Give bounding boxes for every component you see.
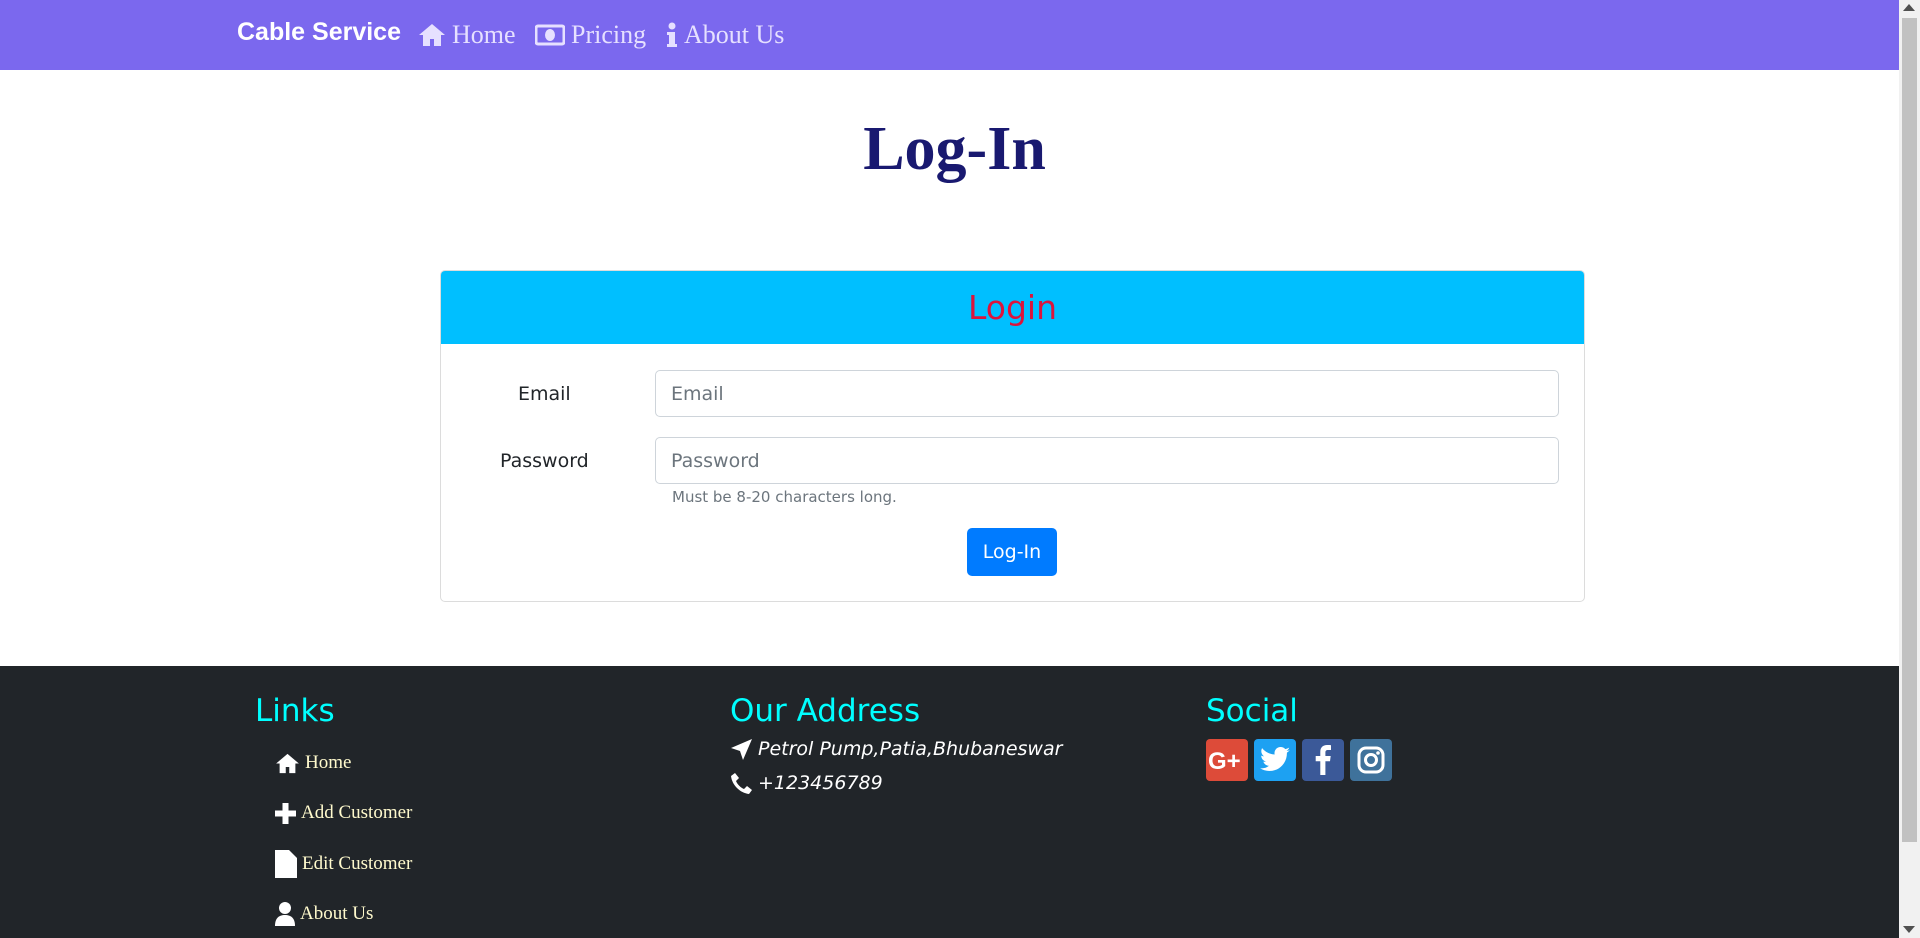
footer-link-about-us-label: About Us (300, 903, 374, 924)
footer: Links Home Add Customer Edit Customer Ab… (0, 666, 1899, 938)
user-icon (275, 902, 295, 926)
footer-phone: +123456789 (731, 772, 883, 794)
footer-phone-text: +123456789 (758, 772, 883, 794)
footer-link-home-label: Home (305, 752, 352, 773)
login-submit-button[interactable]: Log-In (967, 528, 1057, 576)
google-plus-icon: G+ (1208, 748, 1241, 772)
password-help-text: Must be 8-20 characters long. (672, 488, 897, 506)
twitter-button[interactable] (1254, 739, 1296, 781)
login-card: Login Email Password Must be 8-20 charac… (440, 270, 1585, 602)
info-icon (667, 22, 677, 47)
home-icon (419, 24, 445, 46)
page-viewport: Cable Service Home Pricing About Us Log-… (0, 0, 1899, 938)
home-icon (276, 753, 299, 773)
footer-link-add-customer-label: Add Customer (301, 802, 413, 823)
footer-link-add-customer[interactable]: Add Customer (275, 802, 412, 824)
top-navbar: Cable Service Home Pricing About Us (0, 0, 1899, 70)
login-card-title: Login (967, 288, 1058, 327)
instagram-button[interactable] (1350, 739, 1392, 781)
scrollbar-thumb[interactable] (1902, 18, 1917, 842)
brand-name[interactable]: Cable Service (237, 18, 401, 47)
nav-pricing-label: Pricing (571, 20, 647, 49)
facebook-button[interactable] (1302, 739, 1344, 781)
footer-social-heading: Social (1206, 693, 1298, 729)
phone-icon (731, 772, 752, 794)
instagram-icon (1357, 746, 1385, 774)
email-input[interactable] (655, 370, 1559, 417)
footer-link-edit-customer[interactable]: Edit Customer (275, 850, 412, 878)
nav-pricing-link[interactable]: Pricing (535, 20, 646, 50)
password-label: Password (500, 450, 589, 472)
login-card-header: Login (441, 271, 1584, 344)
footer-links-heading: Links (255, 693, 335, 729)
location-arrow-icon (731, 738, 752, 760)
page-title: Log-In (863, 115, 1046, 183)
scroll-up-arrow-icon[interactable] (1903, 4, 1915, 11)
footer-link-about-us[interactable]: About Us (275, 902, 373, 926)
nav-home-label: Home (452, 20, 516, 49)
nav-about-label: About Us (684, 20, 785, 49)
twitter-icon (1260, 747, 1290, 771)
footer-link-edit-customer-label: Edit Customer (302, 853, 413, 874)
svg-text:G+: G+ (1208, 748, 1241, 772)
password-input[interactable] (655, 437, 1559, 484)
google-plus-button[interactable]: G+ (1206, 739, 1248, 781)
footer-link-home[interactable]: Home (275, 752, 351, 774)
footer-address-text: Petrol Pump,Patia,Bhubaneswar (758, 738, 1063, 760)
file-icon (275, 850, 297, 878)
scroll-down-arrow-icon[interactable] (1903, 926, 1915, 933)
email-label: Email (518, 383, 571, 405)
plus-icon (275, 802, 296, 824)
vertical-scrollbar[interactable] (1899, 0, 1920, 938)
nav-about-link[interactable]: About Us (666, 20, 784, 50)
money-icon (535, 24, 565, 46)
nav-home-link[interactable]: Home (418, 20, 516, 50)
footer-address-heading: Our Address (730, 693, 921, 729)
footer-address: Petrol Pump,Patia,Bhubaneswar (731, 738, 1062, 760)
facebook-icon (1315, 745, 1331, 775)
